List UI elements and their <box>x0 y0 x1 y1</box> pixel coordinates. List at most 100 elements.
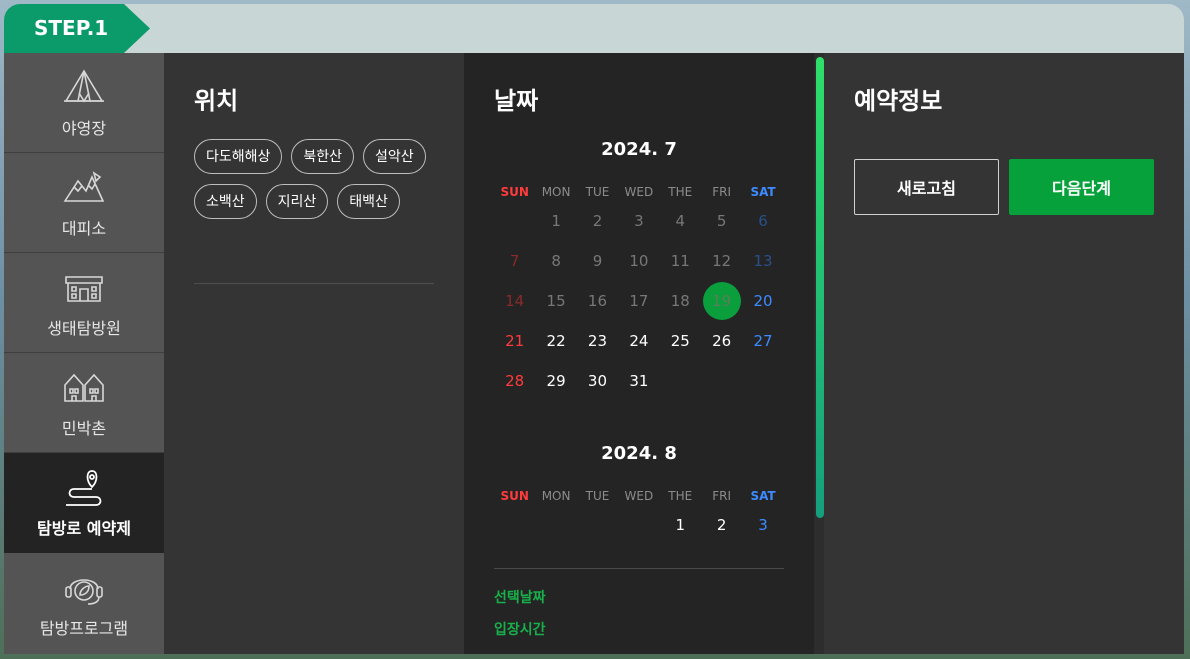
weekday-label: TUE <box>585 489 610 503</box>
calendar-day[interactable]: 2 <box>577 201 618 241</box>
calendar-day-grid: 1 2 3 <box>494 505 784 545</box>
location-chip[interactable]: 소백산 <box>194 184 257 219</box>
sidebar-item-label: 민박촌 <box>61 418 107 438</box>
calendar-day[interactable]: 3 <box>742 505 783 545</box>
calendar-empty-cell <box>494 505 535 545</box>
sidebar-item-minbak[interactable]: 민박촌 <box>4 353 164 453</box>
widget-content: 야영장 대피소 생태탐방원 민박촌 탐방로 예약제 탐방프로그램 위치 다도해해… <box>4 53 1184 654</box>
houses-icon <box>64 373 104 402</box>
calendar-day[interactable]: 7 <box>494 241 535 281</box>
calendar-day-number: 11 <box>670 252 690 270</box>
location-chip[interactable]: 북한산 <box>291 139 355 174</box>
calendar-day[interactable]: 9 <box>577 241 618 281</box>
calendar-day[interactable]: 22 <box>535 321 576 361</box>
next-step-button[interactable]: 다음단계 <box>1009 159 1154 215</box>
calendar-day-number: 30 <box>587 372 608 390</box>
calendar-day[interactable]: 8 <box>535 241 576 281</box>
calendar-august: 2024. 8 SUN MON TUE WED THE FRI SAT 1 2 3 <box>494 443 784 545</box>
calendar-day[interactable]: 6 <box>742 201 783 241</box>
calendar-day[interactable]: 20 <box>742 281 783 321</box>
calendar-day[interactable]: 1 <box>535 201 576 241</box>
sidebar-item-program[interactable]: 탐방프로그램 <box>4 553 164 652</box>
calendar-day-number: 2 <box>592 212 603 230</box>
calendar-day[interactable]: 12 <box>701 241 742 281</box>
calendar-day-number: 9 <box>592 252 603 270</box>
location-chip[interactable]: 다도해해상 <box>194 139 283 174</box>
calendar-day[interactable]: 5 <box>701 201 742 241</box>
calendar-day[interactable]: 26 <box>701 321 742 361</box>
calendar-day[interactable]: 18 <box>660 281 701 321</box>
calendar-day-number: 19 <box>712 292 732 310</box>
calendar-day-number: 4 <box>675 212 686 230</box>
calendar-day[interactable]: 13 <box>742 241 783 281</box>
step-indicator: STEP.1 <box>4 4 150 53</box>
calendar-day[interactable]: 1 <box>660 505 701 545</box>
sidebar-item-label: 탐방프로그램 <box>39 618 129 638</box>
sidebar-item-trail-reservation[interactable]: 탐방로 예약제 <box>4 453 164 553</box>
tent-icon <box>64 68 104 103</box>
calendar-day[interactable]: 28 <box>494 361 535 401</box>
calendar-day-number: 16 <box>587 292 608 310</box>
reservation-widget: STEP.1 야영장 대피소 생태탐방원 민박촌 탐방로 예약제 탐방프로그램 … <box>4 4 1184 654</box>
calendar-day[interactable]: 4 <box>660 201 701 241</box>
calendar-day[interactable]: 15 <box>535 281 576 321</box>
calendar-day[interactable]: 17 <box>618 281 659 321</box>
weekday-label: TUE <box>585 185 610 199</box>
weekday-label: THE <box>668 489 693 503</box>
calendar-day-number: 17 <box>629 292 649 310</box>
calendar-empty-cell <box>535 505 576 545</box>
calendar-day[interactable]: 3 <box>618 201 659 241</box>
location-chip[interactable]: 태백산 <box>337 184 400 219</box>
location-chip[interactable]: 지리산 <box>265 184 329 219</box>
calendar-day-number: 31 <box>629 372 649 390</box>
weekday-label: SAT <box>750 185 776 199</box>
calendar-day[interactable]: 27 <box>742 321 783 361</box>
reservation-title: 예약정보 <box>854 87 943 115</box>
calendar-day-number: 20 <box>753 292 773 310</box>
calendar-day[interactable]: 30 <box>577 361 618 401</box>
location-title: 위치 <box>194 87 239 115</box>
calendar-day-number: 5 <box>716 212 727 230</box>
sidebar-item-eco-center[interactable]: 생태탐방원 <box>4 253 164 353</box>
calendar-day[interactable]: 21 <box>494 321 535 361</box>
calendar-day-number: 21 <box>505 332 525 350</box>
calendar-day-number: 25 <box>670 332 690 350</box>
weekday-label: THE <box>668 185 693 199</box>
location-panel: 위치 다도해해상 북한산 설악산 소백산 지리산 태백산 <box>164 53 464 654</box>
weekday-label: MON <box>541 489 571 503</box>
location-chip[interactable]: 설악산 <box>363 139 426 174</box>
calendar-day[interactable]: 2 <box>701 505 742 545</box>
calendar-day[interactable]: 29 <box>535 361 576 401</box>
calendar-day-number: 1 <box>675 516 686 534</box>
calendar-day-number: 15 <box>546 292 566 310</box>
scrollbar-thumb[interactable] <box>816 57 824 518</box>
building-icon <box>65 275 103 302</box>
calendar-day[interactable]: 25 <box>660 321 701 361</box>
calendar-day-number: 1 <box>551 212 561 230</box>
mountain-icon <box>63 170 105 202</box>
sidebar-item-campsite[interactable]: 야영장 <box>4 53 164 153</box>
calendar-day-number: 3 <box>758 516 768 534</box>
calendar-july: 2024. 7 SUN MON TUE WED THE FRI SAT 1234… <box>494 139 784 401</box>
calendar-day[interactable]: 31 <box>618 361 659 401</box>
calendar-day[interactable]: 24 <box>618 321 659 361</box>
calendar-day[interactable]: 23 <box>577 321 618 361</box>
weekday-label: SAT <box>750 489 776 503</box>
date-panel: 날짜 2024. 7 SUN MON TUE WED THE FRI SAT 1… <box>464 53 824 654</box>
calendar-day-number: 23 <box>587 332 608 350</box>
calendar-day[interactable]: 11 <box>660 241 701 281</box>
calendar-day[interactable]: 14 <box>494 281 535 321</box>
sidebar-item-label: 탐방로 예약제 <box>37 518 131 538</box>
calendar-day-number: 2 <box>716 516 727 534</box>
date-title: 날짜 <box>494 87 539 115</box>
calendar-day[interactable]: 10 <box>618 241 659 281</box>
leaf-headset-icon <box>65 578 103 605</box>
calendar-day[interactable]: 19 <box>701 281 742 321</box>
selected-date-label: 선택날짜 <box>494 590 546 606</box>
calendar-day-number: 14 <box>505 292 525 310</box>
weekday-label: WED <box>624 185 654 199</box>
calendar-day-number: 22 <box>546 332 566 350</box>
refresh-button[interactable]: 새로고침 <box>854 159 999 215</box>
calendar-day[interactable]: 16 <box>577 281 618 321</box>
sidebar-item-shelter[interactable]: 대피소 <box>4 153 164 253</box>
